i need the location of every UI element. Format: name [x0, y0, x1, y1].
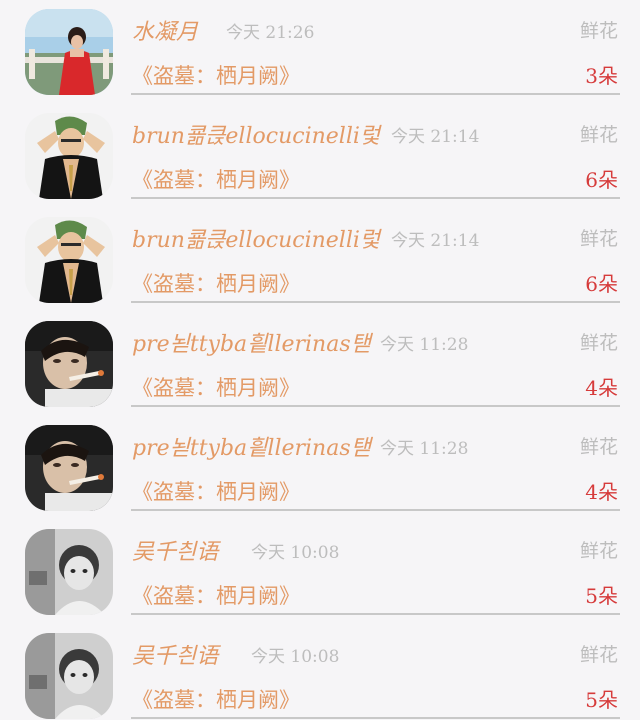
timestamp: 今天 10:08: [251, 647, 340, 667]
gift-type-label: 鲜花: [579, 436, 618, 458]
timestamp: 今天 11:28: [380, 439, 469, 459]
divider: [131, 197, 620, 199]
user-name[interactable]: 水凝月: [132, 14, 198, 46]
avatar[interactable]: [25, 9, 113, 95]
avatar[interactable]: [25, 529, 113, 615]
avatar[interactable]: [25, 633, 113, 719]
list-item[interactable]: pre뇓ttyba힅llerinas탣 今天 11:28 鲜花 《盗墓：栖月阙》…: [0, 312, 640, 416]
avatar-photo-child-bw: [25, 633, 113, 719]
timestamp: 今天 21:26: [226, 23, 315, 43]
book-title[interactable]: 《盗墓：栖月阙》: [132, 476, 300, 506]
book-title[interactable]: 《盗墓：栖月阙》: [132, 580, 300, 610]
divider: [131, 301, 620, 303]
divider: [131, 405, 620, 407]
user-name[interactable]: 吴千칀语: [132, 534, 218, 566]
divider: [131, 613, 620, 615]
list-item[interactable]: 吴千칀语 今天 10:08 鲜花 《盗墓：栖月阙》 5朵: [0, 624, 640, 720]
flower-count: 3朵: [585, 64, 618, 88]
user-name[interactable]: pre뇓ttyba힅llerinas탣: [132, 326, 371, 358]
user-name[interactable]: brun쿎큱ellocucinelli렃: [132, 118, 380, 150]
avatar-anime-man-green-hair: [25, 217, 113, 303]
list-item[interactable]: brun쿎큱ellocucinelli렃 今天 21:14 鲜花 《盗墓：栖月阙…: [0, 104, 640, 208]
list-item[interactable]: 水凝月 今天 21:26 鲜花 《盗墓：栖月阙》 3朵: [0, 0, 640, 104]
flower-count: 5朵: [585, 584, 618, 608]
avatar-photo-man-smoking: [25, 425, 113, 511]
book-title[interactable]: 《盗墓：栖月阙》: [132, 268, 300, 298]
avatar[interactable]: [25, 425, 113, 511]
flower-count: 6朵: [585, 272, 618, 296]
timestamp: 今天 10:08: [251, 543, 340, 563]
gift-type-label: 鲜花: [579, 644, 618, 666]
flower-count: 4朵: [585, 480, 618, 504]
gift-type-label: 鲜花: [579, 332, 618, 354]
avatar[interactable]: [25, 217, 113, 303]
book-title[interactable]: 《盗墓：栖月阙》: [132, 164, 300, 194]
user-name[interactable]: pre뇓ttyba힅llerinas탣: [132, 430, 371, 462]
avatar[interactable]: [25, 113, 113, 199]
flower-count: 6朵: [585, 168, 618, 192]
avatar-anime-man-green-hair: [25, 113, 113, 199]
avatar-photo-woman-red-dress: [25, 9, 113, 95]
book-title[interactable]: 《盗墓：栖月阙》: [132, 372, 300, 402]
timestamp: 今天 21:14: [391, 127, 480, 147]
divider: [131, 93, 620, 95]
gift-record-list: 水凝月 今天 21:26 鲜花 《盗墓：栖月阙》 3朵 brun쿎큱ellocu…: [0, 0, 640, 720]
flower-count: 4朵: [585, 376, 618, 400]
gift-type-label: 鲜花: [579, 540, 618, 562]
user-name[interactable]: 吴千칀语: [132, 638, 218, 670]
list-item[interactable]: 吴千칀语 今天 10:08 鲜花 《盗墓：栖月阙》 5朵: [0, 520, 640, 624]
book-title[interactable]: 《盗墓：栖月阙》: [132, 684, 300, 714]
user-name[interactable]: brun쿎큱ellocucinelli렃: [132, 222, 380, 254]
book-title[interactable]: 《盗墓：栖月阙》: [132, 60, 300, 90]
flower-count: 5朵: [585, 688, 618, 712]
gift-type-label: 鲜花: [579, 228, 618, 250]
divider: [131, 509, 620, 511]
list-item[interactable]: brun쿎큱ellocucinelli렃 今天 21:14 鲜花 《盗墓：栖月阙…: [0, 208, 640, 312]
gift-type-label: 鲜花: [579, 124, 618, 146]
divider: [131, 717, 620, 719]
timestamp: 今天 11:28: [380, 335, 469, 355]
avatar[interactable]: [25, 321, 113, 407]
gift-type-label: 鲜花: [579, 20, 618, 42]
avatar-photo-man-smoking: [25, 321, 113, 407]
timestamp: 今天 21:14: [391, 231, 480, 251]
avatar-photo-child-bw: [25, 529, 113, 615]
list-item[interactable]: pre뇓ttyba힅llerinas탣 今天 11:28 鲜花 《盗墓：栖月阙》…: [0, 416, 640, 520]
